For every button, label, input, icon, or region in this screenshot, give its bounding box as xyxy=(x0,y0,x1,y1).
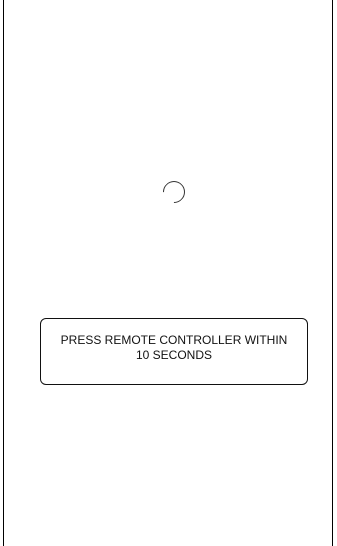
instruction-dialog: PRESS REMOTE CONTROLLER WITHIN 10 SECOND… xyxy=(40,318,308,385)
screen-frame: PRESS REMOTE CONTROLLER WITHIN 10 SECOND… xyxy=(3,0,333,546)
loading-spinner-icon xyxy=(158,176,190,208)
instruction-message: PRESS REMOTE CONTROLLER WITHIN 10 SECOND… xyxy=(60,332,288,362)
